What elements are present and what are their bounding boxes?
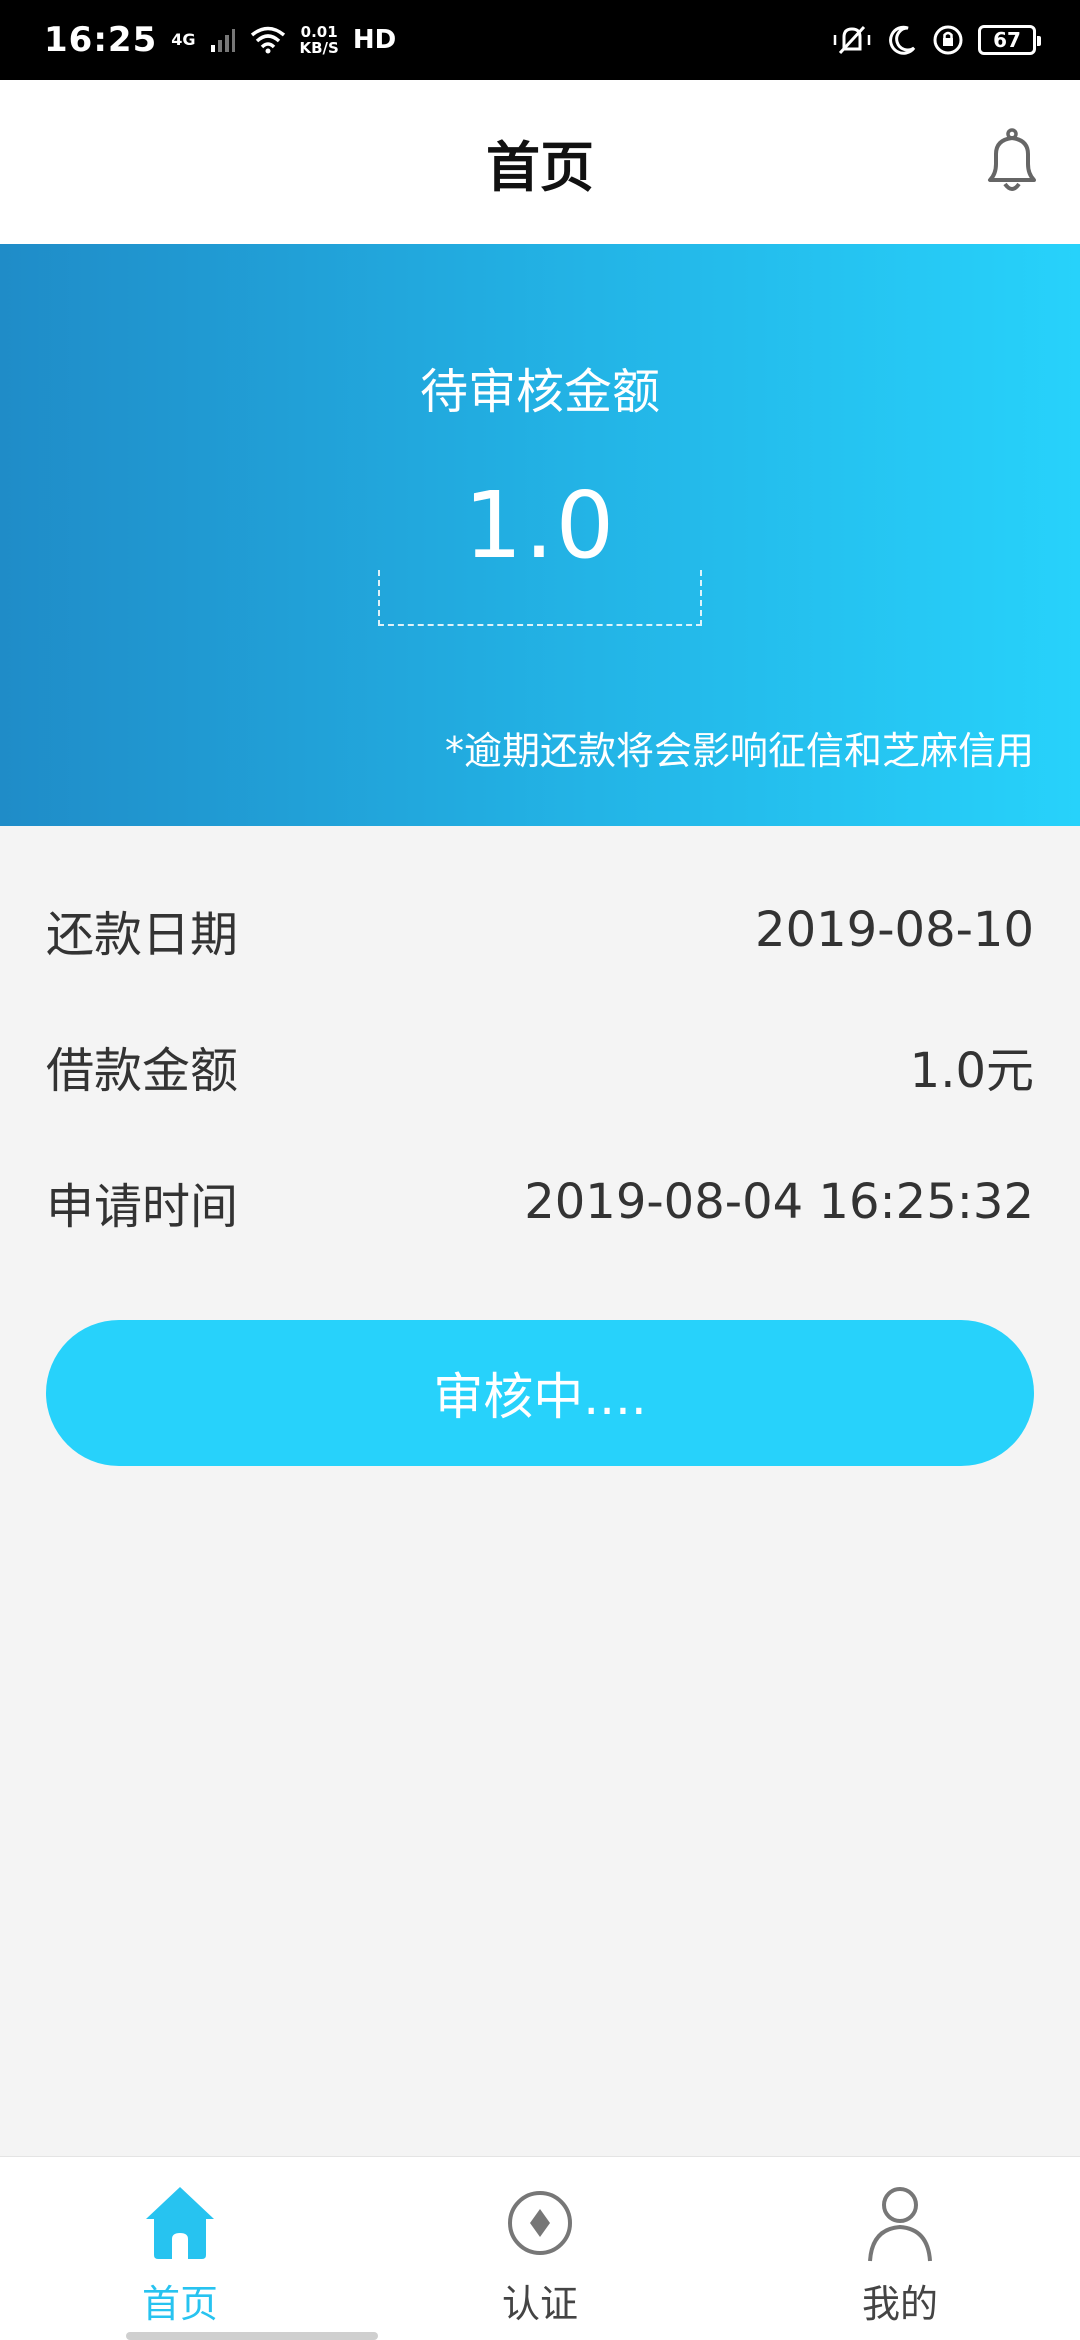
nav-item-mine[interactable]: 我的 xyxy=(720,2157,1080,2340)
review-status-button[interactable]: 审核中.... xyxy=(46,1320,1034,1466)
nav-label: 首页 xyxy=(141,2282,218,2326)
bottom-nav: 首页 认证 我的 xyxy=(0,2156,1080,2340)
amount-banner: 待审核金额 1.0 *逾期还款将会影响征信和芝麻信用 xyxy=(0,244,1080,826)
info-row-repay-date: 还款日期 2019-08-10 xyxy=(46,862,1034,998)
signal-icon xyxy=(210,29,235,52)
verify-icon xyxy=(508,2191,572,2255)
home-icon xyxy=(146,2187,214,2259)
pending-amount-value: 1.0 xyxy=(463,472,617,579)
info-value: 2019-08-10 xyxy=(755,902,1034,958)
vibrate-icon xyxy=(833,25,871,55)
network-speed: 0.01 KB/S xyxy=(300,24,339,56)
info-label: 还款日期 xyxy=(46,907,239,963)
moon-icon xyxy=(889,25,916,55)
info-label: 借款金额 xyxy=(46,1043,239,1099)
status-bar-left: 16:25 4G 0.01 KB/S HD xyxy=(44,20,396,60)
gesture-bar xyxy=(126,2332,378,2340)
info-value: 1.0元 xyxy=(909,1043,1034,1099)
speed-value: 0.01 xyxy=(300,23,338,41)
status-bar: 16:25 4G 0.01 KB/S HD 67 xyxy=(0,0,1080,80)
info-label: 申请时间 xyxy=(46,1179,239,1235)
page-title: 首页 xyxy=(486,135,594,199)
bell-icon[interactable] xyxy=(974,124,1050,200)
battery-indicator: 67 xyxy=(978,25,1041,55)
screen: 16:25 4G 0.01 KB/S HD 67 首页 待审核金额 1.0 *逾… xyxy=(0,0,1080,2340)
info-row-loan-amount: 借款金额 1.0元 xyxy=(46,998,1034,1134)
wifi-icon xyxy=(250,26,285,54)
info-row-apply-time: 申请时间 2019-08-04 16:25:32 xyxy=(46,1134,1034,1270)
overdue-notice: *逾期还款将会影响征信和芝麻信用 xyxy=(444,729,1034,773)
status-time: 16:25 xyxy=(44,20,158,60)
loan-info-list: 还款日期 2019-08-10 借款金额 1.0元 申请时间 2019-08-0… xyxy=(46,862,1034,1270)
nav-item-verify[interactable]: 认证 xyxy=(360,2157,720,2340)
nav-label: 我的 xyxy=(861,2282,938,2326)
pending-amount-label: 待审核金额 xyxy=(419,364,660,420)
nav-label: 认证 xyxy=(501,2282,578,2326)
speed-unit: KB/S xyxy=(299,39,339,57)
network-type: 4G xyxy=(171,30,196,49)
info-value: 2019-08-04 16:25:32 xyxy=(524,1174,1034,1230)
nav-item-home[interactable]: 首页 xyxy=(0,2157,360,2340)
status-bar-right: 67 xyxy=(832,23,1041,57)
app-header: 首页 xyxy=(0,80,1080,244)
lock-rotation-icon xyxy=(933,25,963,55)
user-icon xyxy=(868,2187,932,2262)
hd-indicator: HD xyxy=(352,25,397,55)
amount-dashed-box xyxy=(378,570,702,626)
